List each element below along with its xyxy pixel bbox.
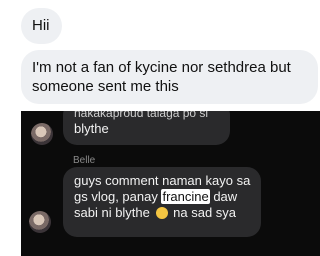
message-text: Hii xyxy=(32,17,50,34)
message-line: gs vlog, panay francine daw xyxy=(74,189,237,205)
message-bubble-main[interactable]: I'm not a fan of kycine nor sethdrea but… xyxy=(21,50,318,104)
message-line: sabi ni blythe na sad sya xyxy=(74,205,236,221)
screenshot-message-bubble: nakakaproud talaga po si blythe xyxy=(63,111,230,145)
message-bubble-greeting[interactable]: Hii xyxy=(21,8,62,44)
message-fragment: daw xyxy=(209,189,238,204)
sad-face-emoji-icon xyxy=(155,207,168,219)
shared-screenshot[interactable]: nakakaproud talaga po si blythe Belle gu… xyxy=(21,111,320,256)
message-text: I'm not a fan of kycine nor sethdrea but… xyxy=(32,59,291,95)
message-fragment: na sad sya xyxy=(173,205,237,220)
message-fragment: gs vlog, panay xyxy=(74,189,162,204)
message-line: guys comment naman kayo sa xyxy=(74,173,251,188)
highlighted-word: francine xyxy=(161,189,210,204)
avatar xyxy=(31,123,53,145)
screenshot-message-bubble: guys comment naman kayo sa gs vlog, pana… xyxy=(63,167,261,237)
message-fragment: sabi ni blythe xyxy=(74,205,150,220)
message-text-cut: nakakaproud talaga po si xyxy=(74,111,209,120)
sender-name: Belle xyxy=(73,155,96,166)
avatar xyxy=(29,211,51,233)
message-text: blythe xyxy=(74,121,109,136)
